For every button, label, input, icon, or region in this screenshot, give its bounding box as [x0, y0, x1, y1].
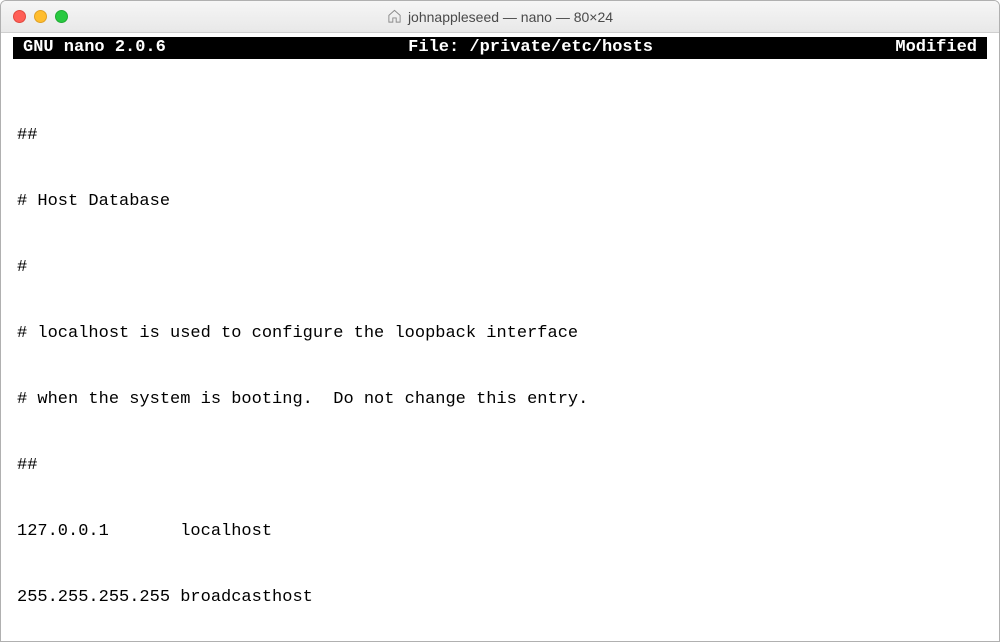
minimize-button[interactable] [34, 10, 47, 23]
titlebar[interactable]: johnappleseed — nano — 80×24 [1, 1, 999, 33]
window-title: johnappleseed — nano — 80×24 [1, 9, 999, 25]
nano-version: GNU nano 2.0.6 [17, 37, 166, 59]
home-icon [387, 9, 402, 24]
editor-line: # when the system is booting. Do not cha… [17, 389, 983, 411]
maximize-button[interactable] [55, 10, 68, 23]
editor-line: # localhost is used to configure the loo… [17, 323, 983, 345]
window-title-text: johnappleseed — nano — 80×24 [408, 9, 613, 25]
editor-content[interactable]: ## # Host Database # # localhost is used… [1, 59, 999, 642]
traffic-lights [13, 10, 68, 23]
nano-modified-status: Modified [895, 37, 983, 59]
editor-line: ## [17, 125, 983, 147]
nano-header: GNU nano 2.0.6 File: /private/etc/hosts … [13, 37, 987, 59]
terminal-window: johnappleseed — nano — 80×24 GNU nano 2.… [0, 0, 1000, 642]
terminal-content[interactable]: GNU nano 2.0.6 File: /private/etc/hosts … [1, 33, 999, 642]
nano-file-path: File: /private/etc/hosts [166, 37, 896, 59]
editor-line: 127.0.0.1 localhost [17, 521, 983, 543]
close-button[interactable] [13, 10, 26, 23]
editor-line: 255.255.255.255 broadcasthost [17, 587, 983, 609]
editor-line: # [17, 257, 983, 279]
editor-line: ## [17, 455, 983, 477]
editor-line: # Host Database [17, 191, 983, 213]
